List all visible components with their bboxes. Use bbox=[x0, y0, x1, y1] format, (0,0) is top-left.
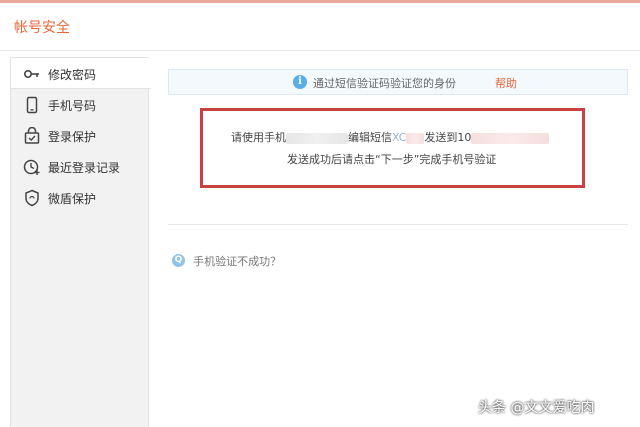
verification-failed-label: 手机验证不成功？ bbox=[193, 254, 282, 268]
sidebar: 修改密码 手机号码 登录保护 最近登录记录 微盾保护 bbox=[10, 57, 151, 427]
instruction-text-1: 请使用手机 bbox=[231, 131, 286, 144]
key-icon bbox=[23, 70, 39, 79]
sidebar-item-label: 微盾保护 bbox=[48, 192, 97, 206]
main-content: i 通过短信验证码验证您的身份 帮助 请使用手机 编辑短信XC 发送到10 发送成功… bbox=[150, 57, 640, 427]
redacted-phone bbox=[286, 132, 348, 144]
sidebar-item-phone[interactable]: 手机号码 bbox=[11, 89, 150, 120]
instruction-line-2: 发送成功后请点击“下一步”完成手机号验证 bbox=[287, 153, 497, 166]
instruction-text-2: 编辑短信 bbox=[348, 131, 392, 144]
sms-number-prefix: 10 bbox=[457, 131, 472, 144]
sidebar-item-label: 手机号码 bbox=[48, 99, 97, 113]
info-icon: i bbox=[293, 75, 307, 89]
sidebar-item-label: 最近登录记录 bbox=[48, 161, 121, 175]
page-title: 帐号安全 bbox=[14, 20, 70, 36]
clock-plus-icon bbox=[23, 159, 40, 175]
shield-icon bbox=[25, 189, 39, 207]
sidebar-item-label: 修改密码 bbox=[48, 68, 97, 82]
instruction-line-1: 请使用手机 编辑短信XC 发送到10 bbox=[231, 129, 550, 145]
sidebar-item-recent-logins[interactable]: 最近登录记录 bbox=[11, 151, 150, 182]
sidebar-item-weidun-protection[interactable]: 微盾保护 bbox=[11, 182, 150, 213]
page-header: 帐号安全 bbox=[0, 3, 640, 51]
sidebar-item-label: 登录保护 bbox=[48, 130, 97, 144]
redacted-code bbox=[406, 132, 425, 144]
sidebar-item-login-protection[interactable]: 登录保护 bbox=[11, 120, 150, 151]
q-icon: Q bbox=[172, 254, 185, 267]
shield-lock-icon bbox=[24, 127, 40, 144]
info-bar: i 通过短信验证码验证您的身份 帮助 bbox=[168, 69, 628, 95]
help-link[interactable]: 帮助 bbox=[495, 75, 517, 91]
sidebar-item-change-password[interactable]: 修改密码 bbox=[11, 58, 151, 89]
sms-code-prefix: XC bbox=[392, 131, 407, 144]
phone-icon bbox=[26, 96, 38, 114]
instruction-highlight-box: 请使用手机 编辑短信XC 发送到10 发送成功后请点击“下一步”完成手机号验证 bbox=[200, 108, 585, 188]
instruction-text-3: 发送到 bbox=[424, 131, 458, 144]
verification-failed-link[interactable]: Q 手机验证不成功？ bbox=[172, 250, 281, 269]
redacted-number bbox=[471, 132, 550, 144]
watermark: 头条 @文文爱吃肉 bbox=[478, 400, 595, 416]
info-message: 通过短信验证码验证您的身份 bbox=[313, 77, 456, 90]
divider bbox=[168, 224, 628, 225]
